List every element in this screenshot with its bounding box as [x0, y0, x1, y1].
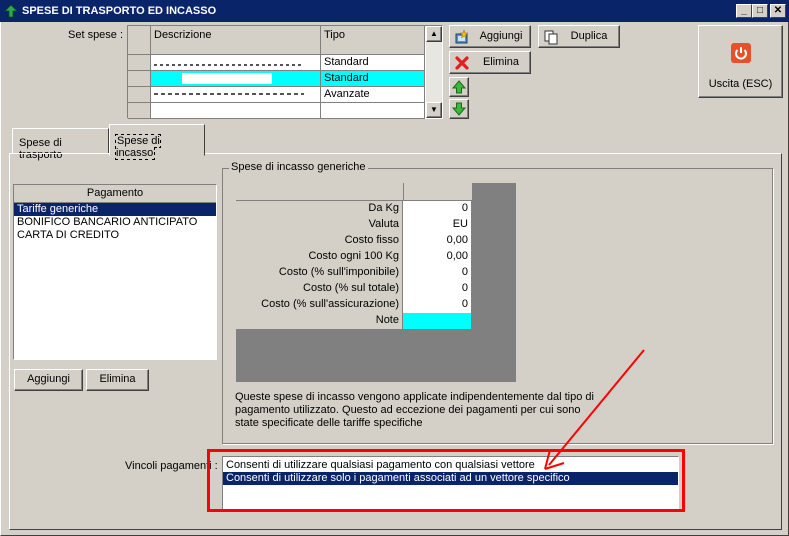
- pagamento-item[interactable]: CARTA DI CREDITO: [14, 229, 216, 242]
- property-value[interactable]: 0: [403, 265, 471, 281]
- property-label: Costo ogni 100 Kg: [236, 249, 403, 265]
- set-spese-label: Set spese :: [68, 29, 124, 41]
- cell-tipo[interactable]: Avanzate: [321, 87, 425, 103]
- vincoli-label: Vincoli pagamenti :: [125, 460, 218, 472]
- pagamento-elimina-button[interactable]: Elimina: [86, 369, 149, 391]
- property-row[interactable]: Costo ogni 100 Kg 0,00: [236, 249, 472, 265]
- tab-spese-di-incasso[interactable]: Spese di incasso: [109, 124, 205, 160]
- property-label: Costo (% sul totale): [236, 281, 403, 297]
- property-value[interactable]: 0,00: [403, 249, 471, 265]
- property-grid[interactable]: Da Kg 0 Valuta EU Costo fisso 0,00 Costo og…: [236, 183, 516, 382]
- move-down-button[interactable]: [449, 99, 469, 119]
- col-header-tipo[interactable]: Tipo: [321, 26, 425, 55]
- property-value[interactable]: 0,00: [403, 233, 471, 249]
- property-value[interactable]: 0: [403, 297, 471, 313]
- cell-tipo[interactable]: Standard: [321, 71, 425, 87]
- header-divider: [403, 183, 404, 201]
- pagamento-header: Pagamento: [14, 185, 216, 203]
- aggiungi-button[interactable]: Aggiungi: [449, 25, 531, 48]
- exit-button[interactable]: Uscita (ESC): [698, 25, 783, 98]
- pagamento-item[interactable]: BONIFICO BANCARIO ANTICIPATO: [14, 216, 216, 229]
- pagamento-aggiungi-button[interactable]: Aggiungi: [14, 369, 83, 391]
- duplica-button[interactable]: Duplica: [538, 25, 620, 48]
- exit-label: Uscita (ESC): [708, 78, 773, 90]
- grid-corner: [128, 26, 151, 55]
- cell-tipo[interactable]: [321, 103, 425, 119]
- arrow-up-icon: [451, 80, 467, 94]
- pagamento-list[interactable]: Pagamento Tariffe generiche BONIFICO BAN…: [13, 184, 217, 360]
- property-row[interactable]: Costo (% sul totale) 0: [236, 281, 472, 297]
- elimina-button[interactable]: Elimina: [449, 51, 531, 74]
- col-header-descrizione[interactable]: Descrizione: [151, 26, 321, 55]
- pagamento-item[interactable]: Tariffe generiche: [14, 203, 216, 216]
- property-label: Costo (% sull'imponibile): [236, 265, 403, 281]
- delete-x-icon: [455, 56, 469, 70]
- redaction-box: [182, 73, 272, 84]
- elimina-label: Elimina: [482, 56, 520, 68]
- property-label: Costo fisso: [236, 233, 403, 249]
- move-up-button[interactable]: [449, 77, 469, 97]
- property-row[interactable]: Costo fisso 0,00: [236, 233, 472, 249]
- duplicate-icon: [544, 30, 558, 45]
- obscured-text: [154, 93, 304, 95]
- row-selector[interactable]: [128, 55, 151, 71]
- cell-descrizione[interactable]: [151, 55, 321, 71]
- row-selector[interactable]: [128, 87, 151, 103]
- property-value[interactable]: EU: [403, 217, 471, 233]
- property-value[interactable]: [403, 313, 471, 329]
- minimize-button[interactable]: _: [736, 4, 752, 18]
- grid-scrollbar[interactable]: ▲ ▼: [426, 26, 442, 118]
- property-value[interactable]: 0: [403, 281, 471, 297]
- title-bar: SPESE DI TRASPORTO ED INCASSO _ □ ✕: [0, 0, 789, 22]
- cell-descrizione[interactable]: [151, 103, 321, 119]
- scroll-up-arrow-icon[interactable]: ▲: [426, 26, 442, 42]
- main-window: Set spese : Descrizione Tipo Standard St…: [0, 22, 789, 536]
- generiche-group-label: Spese di incasso generiche: [229, 161, 368, 173]
- property-label: Costo (% sull'assicurazione): [236, 297, 403, 313]
- property-value[interactable]: 0: [403, 201, 471, 217]
- property-label: Valuta: [236, 217, 403, 233]
- cell-tipo[interactable]: Standard: [321, 55, 425, 71]
- app-icon: [4, 4, 18, 18]
- arrow-down-icon: [451, 102, 467, 116]
- window-title: SPESE DI TRASPORTO ED INCASSO: [22, 5, 217, 17]
- power-icon: [731, 43, 751, 63]
- property-row[interactable]: Da Kg 0: [236, 201, 472, 217]
- property-row[interactable]: Costo (% sull'assicurazione) 0: [236, 297, 472, 313]
- obscured-text: [154, 64, 304, 66]
- set-spese-grid[interactable]: Descrizione Tipo Standard Standard Avanz…: [127, 25, 443, 119]
- row-selector[interactable]: [128, 103, 151, 119]
- property-row[interactable]: Valuta EU: [236, 217, 472, 233]
- tab-spese-di-trasporto[interactable]: Spese di trasporto: [12, 128, 109, 161]
- annotation-arrow-icon: [544, 349, 645, 470]
- close-button[interactable]: ✕: [770, 4, 786, 18]
- tab-spese-di-incasso-label: Spese di incasso: [115, 134, 161, 160]
- duplica-label: Duplica: [570, 30, 608, 42]
- cell-descrizione[interactable]: [151, 87, 321, 103]
- property-label: Da Kg: [236, 201, 403, 217]
- maximize-button[interactable]: □: [752, 4, 768, 18]
- scroll-down-arrow-icon[interactable]: ▼: [426, 102, 442, 118]
- aggiungi-label: Aggiungi: [479, 30, 523, 42]
- add-record-icon: [455, 29, 469, 44]
- cell-descrizione[interactable]: [151, 71, 321, 87]
- property-row[interactable]: Note: [236, 313, 472, 329]
- row-selector[interactable]: [128, 71, 151, 87]
- property-grid-header: [236, 183, 472, 201]
- property-row[interactable]: Costo (% sull'imponibile) 0: [236, 265, 472, 281]
- property-label: Note: [236, 313, 403, 329]
